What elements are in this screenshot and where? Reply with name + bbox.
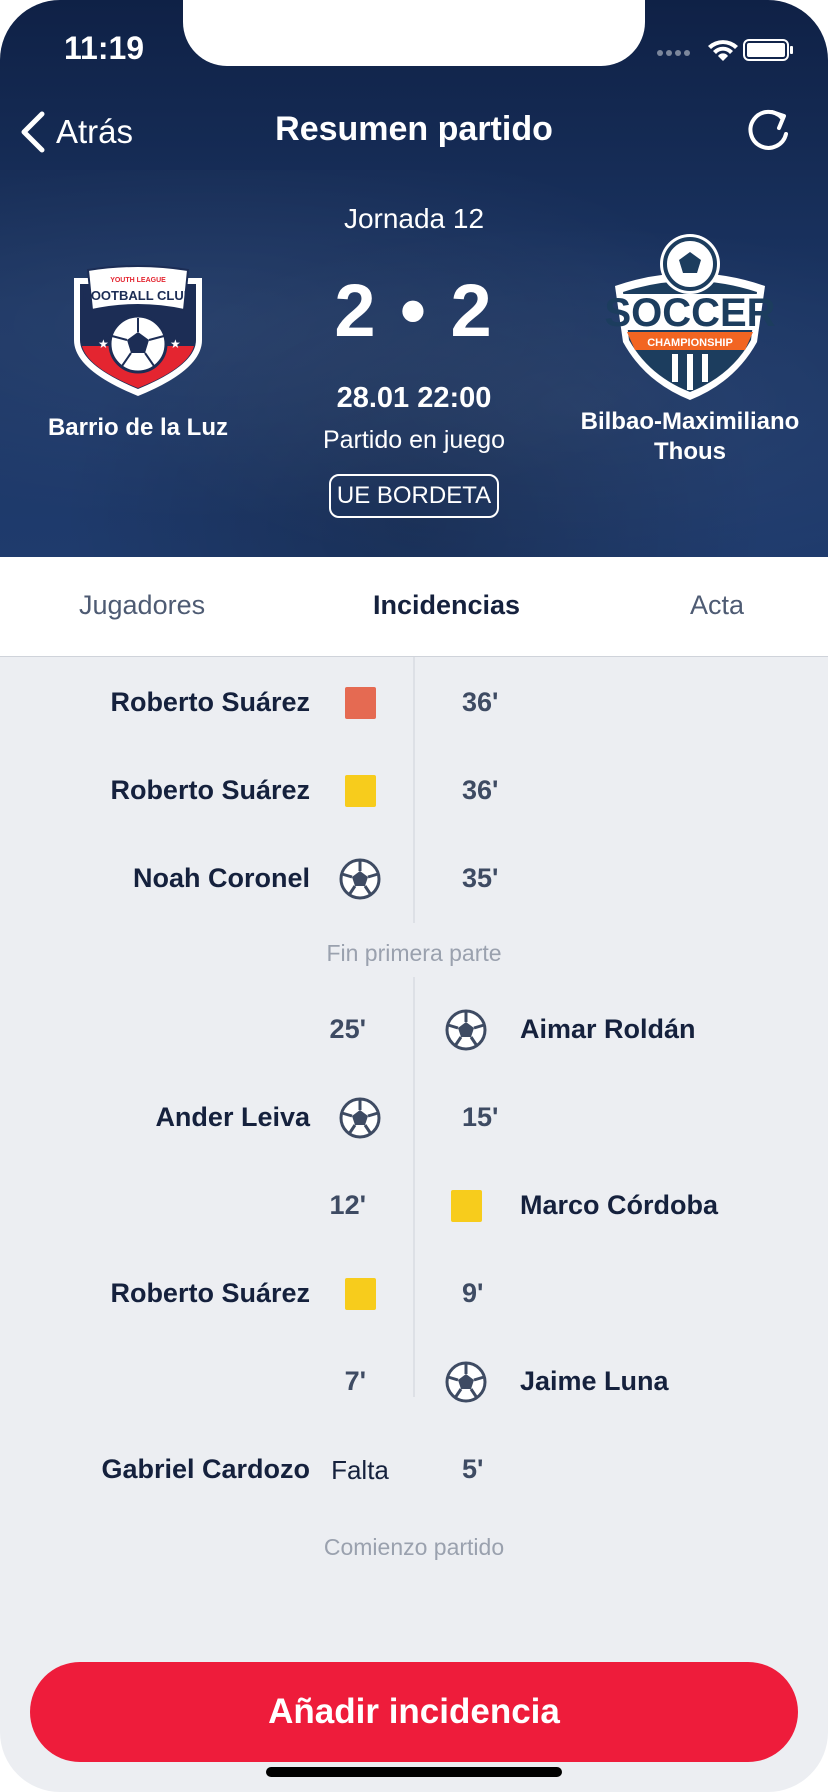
add-incident-button[interactable]: Añadir incidencia — [30, 1662, 798, 1762]
event-player: Noah Coronel — [132, 863, 310, 893]
match-start-separator: Comienzo partido — [0, 1534, 828, 1561]
event-time: 36' — [462, 775, 499, 805]
event-row[interactable]: 25' Aimar Roldán — [0, 1000, 828, 1060]
home-team-logo: YOUTH LEAGUE FOOTBALL CLUB ★ ★ — [74, 265, 202, 396]
yellow-card-icon — [336, 1272, 384, 1316]
away-team[interactable]: SOCCER CHAMPIONSHIP Bilbao-Maximiliano T… — [568, 232, 812, 467]
screen: 11:19 Atrás Resumen partido Jornada 12 2… — [0, 0, 828, 1792]
round-label: Jornada 12 — [343, 203, 485, 234]
signal-icon — [657, 50, 690, 56]
event-time: 9' — [462, 1278, 484, 1308]
home-indicator — [266, 1767, 562, 1777]
away-badge-ribbon-text: CHAMPIONSHIP — [647, 337, 733, 349]
status-icons — [657, 39, 793, 61]
event-row[interactable]: 12' Marco Córdoba — [0, 1176, 828, 1236]
tab-incidencias[interactable]: Incidencias — [373, 590, 520, 621]
refresh-icon[interactable] — [742, 104, 794, 156]
event-player: Marco Córdoba — [520, 1190, 719, 1220]
event-row[interactable]: Noah Coronel 35' — [0, 849, 828, 909]
event-row[interactable]: Gabriel Cardozo Falta 5' — [0, 1440, 828, 1500]
event-row[interactable]: Roberto Suárez 36' — [0, 673, 828, 733]
foul-label: Falta — [331, 1448, 389, 1492]
event-player: Roberto Suárez — [110, 687, 310, 717]
status-time: 11:19 — [64, 30, 145, 66]
tab-jugadores[interactable]: Jugadores — [79, 590, 205, 621]
event-time: 7' — [344, 1366, 366, 1396]
soccer-ball-icon — [442, 1008, 490, 1052]
away-badge-main-text: SOCCER — [605, 291, 775, 335]
event-row[interactable]: Roberto Suárez 36' — [0, 761, 828, 821]
event-time: 15' — [462, 1102, 499, 1132]
event-row[interactable]: Ander Leiva 15' — [0, 1088, 828, 1148]
tab-bar: Jugadores Incidencias Acta — [0, 557, 828, 657]
svg-text:★: ★ — [170, 337, 181, 351]
venue-badge[interactable]: UE BORDETA — [329, 474, 499, 518]
event-player: Roberto Suárez — [110, 775, 310, 805]
yellow-card-icon — [336, 769, 384, 813]
home-team-name: Barrio de la Luz — [47, 414, 229, 441]
soccer-ball-icon — [336, 857, 384, 901]
home-team[interactable]: YOUTH LEAGUE FOOTBALL CLUB ★ ★ Barrio de… — [18, 262, 258, 443]
event-time: 5' — [462, 1454, 484, 1484]
event-player: Gabriel Cardozo — [101, 1454, 310, 1484]
event-player: Ander Leiva — [155, 1102, 310, 1132]
wifi-icon — [708, 40, 738, 61]
battery-icon — [743, 39, 793, 61]
event-player: Jaime Luna — [520, 1366, 669, 1396]
half-time-separator: Fin primera parte — [0, 940, 828, 967]
match-header: 11:19 Atrás Resumen partido Jornada 12 2… — [0, 0, 828, 557]
home-badge-main-text: FOOTBALL CLUB — [83, 288, 193, 303]
tab-acta[interactable]: Acta — [690, 590, 744, 621]
event-time: 25' — [329, 1014, 366, 1044]
page-title: Resumen partido — [275, 110, 553, 148]
event-row[interactable]: Roberto Suárez 9' — [0, 1264, 828, 1324]
away-team-logo: SOCCER CHAMPIONSHIP — [604, 234, 776, 400]
yellow-card-icon — [442, 1184, 490, 1228]
home-badge-top-text: YOUTH LEAGUE — [110, 277, 166, 284]
away-team-name: Bilbao-Maximiliano Thous — [580, 408, 800, 465]
event-player: Roberto Suárez — [110, 1278, 310, 1308]
notch — [183, 0, 645, 66]
red-card-icon — [336, 681, 384, 725]
event-row[interactable]: 7' Jaime Luna — [0, 1352, 828, 1412]
svg-text:★: ★ — [98, 337, 109, 351]
soccer-ball-icon — [336, 1096, 384, 1140]
soccer-ball-icon — [442, 1360, 490, 1404]
event-player: Aimar Roldán — [520, 1014, 696, 1044]
event-time: 36' — [462, 687, 499, 717]
event-time: 12' — [329, 1190, 366, 1220]
events-timeline: Roberto Suárez 36' Roberto Suárez 36' No… — [0, 657, 828, 1657]
foul-text: Falta — [331, 1454, 389, 1485]
event-time: 35' — [462, 863, 499, 893]
